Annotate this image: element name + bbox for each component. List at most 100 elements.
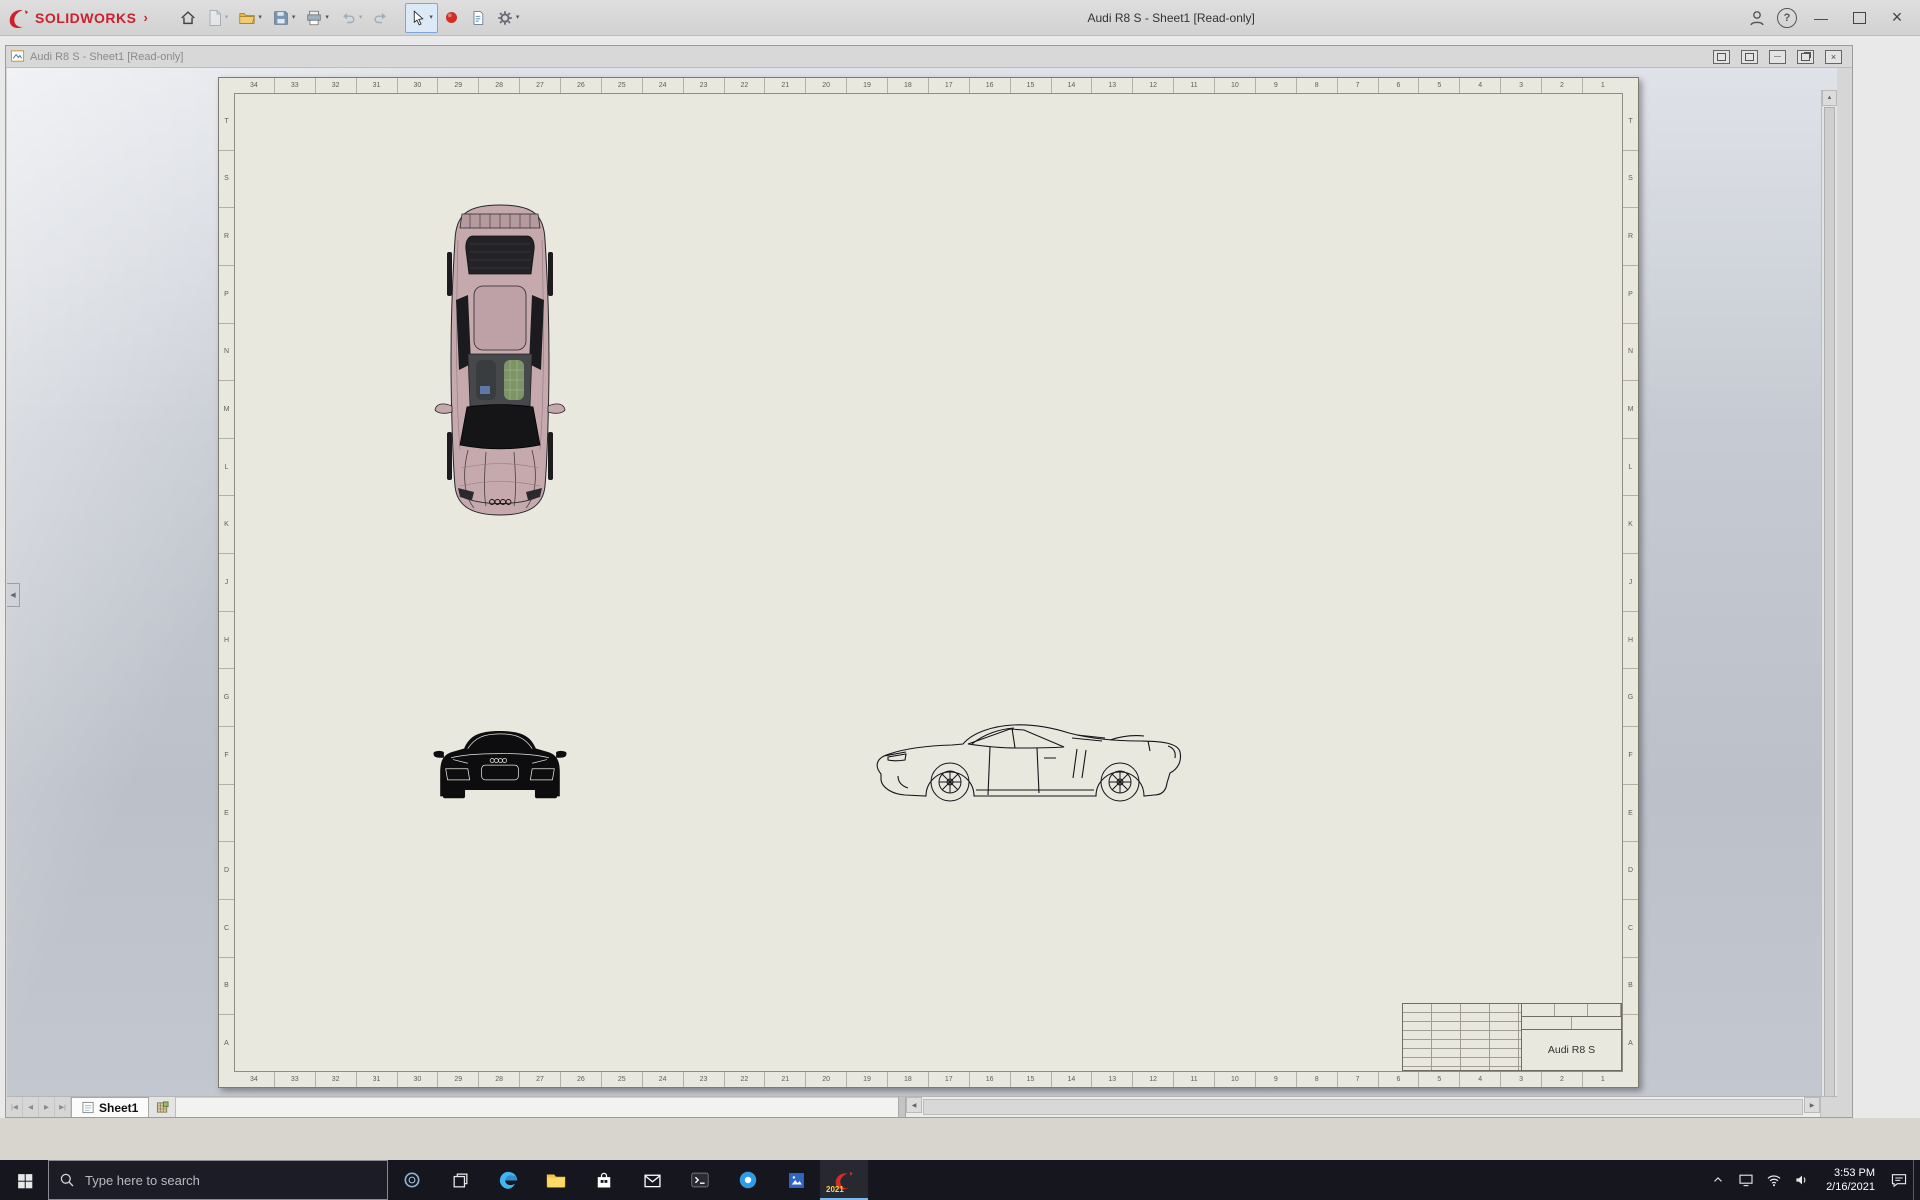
store-icon	[594, 1170, 614, 1190]
media-player-button[interactable]	[724, 1160, 772, 1200]
last-sheet-button[interactable]: ▶|	[55, 1097, 71, 1117]
solidworks-taskbar-button[interactable]: 2021	[820, 1160, 868, 1200]
help-icon: ?	[1777, 7, 1797, 28]
graphics-viewport[interactable]: ◀ 34 33 32 31 30 29 28 27 26 25 24 23 22 21 20 19 18 17 16…	[7, 68, 1837, 1098]
doc-close-button[interactable]: ×	[1825, 49, 1842, 64]
zone-letter-label: S	[219, 151, 234, 209]
action-center-icon	[1890, 1171, 1908, 1189]
zone-number-label: 14	[1052, 1072, 1093, 1087]
brand-chevron-icon[interactable]: ›	[143, 10, 147, 25]
previous-sheet-button[interactable]: ◀	[23, 1097, 39, 1117]
first-sheet-button[interactable]: |◀	[7, 1097, 23, 1117]
zone-number-label: 20	[806, 1072, 848, 1087]
document-titlebar[interactable]: Audi R8 S - Sheet1 [Read-only] — ×	[6, 46, 1852, 68]
solidworks-brand: SOLIDWORKS ›	[6, 6, 148, 30]
save-button[interactable]: ▾	[267, 3, 301, 33]
featuremanager-collapse-button[interactable]: ◀	[7, 583, 20, 607]
zone-number-label: 30	[398, 78, 439, 93]
zone-number-label: 29	[438, 1072, 480, 1087]
zone-number-label: 32	[316, 1072, 357, 1087]
chevron-up-icon	[1711, 1173, 1725, 1187]
options-button[interactable]: ▾	[491, 3, 525, 33]
app-titlebar: SOLIDWORKS › ▾ ▾ ▾ ▾ ▾ ▾ ▾ Audi R8 S - S…	[0, 0, 1920, 36]
drawing-view-side[interactable]	[872, 718, 1187, 808]
tab-scrollbar-splitter[interactable]	[898, 1097, 906, 1117]
title-block-revision-table	[1403, 1004, 1522, 1070]
zone-letter-label: E	[1623, 785, 1638, 843]
home-button[interactable]	[174, 3, 202, 33]
mail-button[interactable]	[628, 1160, 676, 1200]
rebuild-button[interactable]	[438, 3, 465, 33]
zone-number-label: 28	[479, 78, 521, 93]
doc-pane-left-button[interactable]	[1713, 49, 1730, 64]
vertical-scrollbar[interactable]: ▲ ▼	[1821, 90, 1837, 1098]
store-button[interactable]	[580, 1160, 628, 1200]
dassault-logo-icon	[6, 6, 30, 30]
taskbar-clock[interactable]: 3:53 PM 2/16/2021	[1816, 1160, 1885, 1200]
file-explorer-button[interactable]	[532, 1160, 580, 1200]
file-properties-button[interactable]	[465, 3, 491, 33]
task-view-button[interactable]	[436, 1160, 484, 1200]
nav-last-icon: ▶|	[59, 1104, 66, 1111]
action-center-button[interactable]	[1885, 1160, 1913, 1200]
show-desktop-button[interactable]	[1913, 1160, 1920, 1200]
photos-button[interactable]	[772, 1160, 820, 1200]
zone-number-label: 12	[1133, 1072, 1175, 1087]
drawing-view-top[interactable]	[428, 200, 572, 520]
new-document-icon	[207, 9, 223, 27]
doc-restore-button[interactable]	[1797, 49, 1814, 64]
edge-icon	[497, 1169, 520, 1192]
open-button[interactable]: ▾	[233, 3, 267, 33]
cortana-icon	[402, 1170, 422, 1190]
minimize-button[interactable]: —	[1804, 4, 1838, 32]
scroll-up-button[interactable]: ▲	[1822, 90, 1837, 106]
display-tray-button[interactable]	[1732, 1160, 1760, 1200]
doc-minimize-icon: —	[1774, 53, 1781, 60]
zone-number-label: 26	[561, 78, 602, 93]
account-button[interactable]	[1744, 5, 1770, 31]
next-sheet-button[interactable]: ▶	[39, 1097, 55, 1117]
hidden-icons-button[interactable]	[1704, 1160, 1732, 1200]
scroll-left-button[interactable]: ◀	[906, 1097, 922, 1113]
edge-button[interactable]	[484, 1160, 532, 1200]
zone-number-label: 4	[1460, 78, 1502, 93]
volume-tray-button[interactable]	[1788, 1160, 1816, 1200]
command-prompt-button[interactable]	[676, 1160, 724, 1200]
zone-number-label: 12	[1133, 78, 1175, 93]
zone-number-label: 23	[684, 1072, 725, 1087]
app-background-strip	[0, 1118, 1920, 1160]
horizontal-scrollbar-thumb[interactable]	[923, 1099, 1803, 1115]
print-icon	[305, 9, 323, 27]
doc-minimize-button[interactable]: —	[1769, 49, 1786, 64]
zone-number-label: 25	[602, 1072, 643, 1087]
collapse-left-icon: ◀	[10, 592, 16, 599]
add-sheet-button[interactable]	[149, 1097, 177, 1117]
zone-number-label: 27	[520, 78, 561, 93]
tab-sheet1[interactable]: Sheet1	[71, 1097, 150, 1117]
search-input[interactable]	[83, 1171, 347, 1189]
zone-number-label: 22	[725, 1072, 766, 1087]
zone-number-label: 8	[1297, 1072, 1338, 1087]
print-button[interactable]: ▾	[300, 3, 334, 33]
network-tray-button[interactable]	[1760, 1160, 1788, 1200]
maximize-button[interactable]	[1842, 4, 1876, 32]
scroll-right-button[interactable]: ▶	[1804, 1097, 1820, 1113]
volume-icon	[1794, 1172, 1810, 1188]
horizontal-scrollbar[interactable]: ◀ ▶	[906, 1097, 1820, 1117]
zone-letter-label: E	[219, 785, 234, 843]
help-button[interactable]: ?	[1774, 5, 1800, 31]
new-document-button[interactable]: ▾	[202, 3, 234, 33]
drawing-view-front[interactable]	[431, 715, 569, 806]
start-button[interactable]	[0, 1160, 48, 1200]
zone-number-label: 31	[357, 1072, 398, 1087]
vertical-scrollbar-thumb[interactable]	[1824, 107, 1835, 1098]
close-button[interactable]: ×	[1880, 4, 1914, 32]
cortana-button[interactable]	[388, 1160, 436, 1200]
select-tool-button[interactable]: ▾	[405, 2, 438, 33]
account-icon	[1747, 8, 1767, 28]
undo-button[interactable]: ▾	[334, 3, 368, 33]
drawing-sheet[interactable]: 34 33 32 31 30 29 28 27 26 25 24 23 22 21 20 19 18 17 16 15…	[218, 77, 1639, 1088]
taskbar-search[interactable]	[48, 1160, 388, 1200]
redo-button[interactable]	[367, 3, 395, 33]
doc-pane-right-button[interactable]	[1741, 49, 1758, 64]
